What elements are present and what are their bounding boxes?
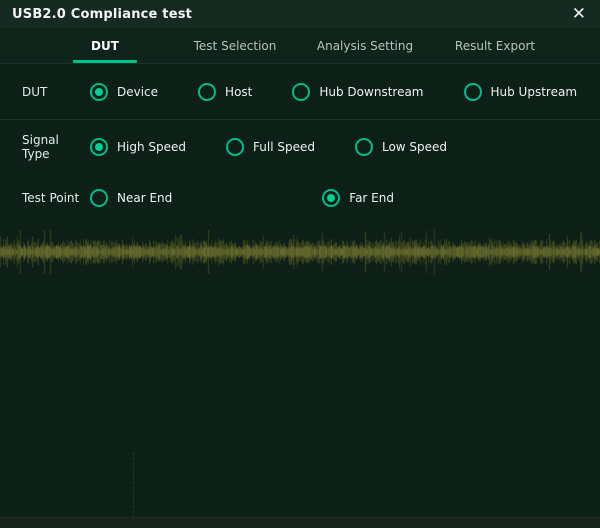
radio-label: High Speed <box>117 140 186 154</box>
radio-hub-upstream[interactable]: Hub Upstream <box>464 83 578 101</box>
radio-icon <box>198 83 216 101</box>
signal-type-label: Signal Type <box>22 133 90 161</box>
signal-type-row: Signal Type High Speed Full Speed Low Sp… <box>0 120 600 174</box>
radio-label: Full Speed <box>253 140 315 154</box>
tab-bar: DUT Test Selection Analysis Setting Resu… <box>0 28 600 64</box>
radio-icon <box>226 138 244 156</box>
test-point-label: Test Point <box>22 191 90 205</box>
radio-icon <box>90 189 108 207</box>
radio-low-speed[interactable]: Low Speed <box>355 138 447 156</box>
radio-near-end[interactable]: Near End <box>90 189 172 207</box>
radio-far-end[interactable]: Far End <box>322 189 394 207</box>
radio-full-speed[interactable]: Full Speed <box>226 138 315 156</box>
dut-options: Device Host Hub Downstream Hub Upstream <box>90 83 577 101</box>
radio-icon <box>355 138 373 156</box>
tab-label: Result Export <box>455 39 535 53</box>
radio-label: Host <box>225 85 252 99</box>
tab-test-selection[interactable]: Test Selection <box>170 28 300 63</box>
radio-icon <box>464 83 482 101</box>
radio-host[interactable]: Host <box>198 83 252 101</box>
radio-icon <box>90 138 108 156</box>
tab-label: Analysis Setting <box>317 39 413 53</box>
signal-type-options: High Speed Full Speed Low Speed <box>90 138 447 156</box>
radio-label: Hub Downstream <box>319 85 423 99</box>
bottom-strip <box>0 517 600 528</box>
tab-result-export[interactable]: Result Export <box>430 28 560 63</box>
radio-label: Near End <box>117 191 172 205</box>
radio-label: Hub Upstream <box>491 85 578 99</box>
close-icon[interactable]: ✕ <box>568 4 590 25</box>
tab-analysis-setting[interactable]: Analysis Setting <box>300 28 430 63</box>
radio-label: Device <box>117 85 158 99</box>
radio-high-speed[interactable]: High Speed <box>90 138 186 156</box>
dut-row: DUT Device Host Hub Downstream Hub Upstr… <box>0 65 600 119</box>
window-title: USB2.0 Compliance test <box>12 7 192 22</box>
title-bar: USB2.0 Compliance test ✕ <box>0 0 600 28</box>
test-point-options: Near End Far End <box>90 189 394 207</box>
tab-label: Test Selection <box>194 39 277 53</box>
radio-device[interactable]: Device <box>90 83 158 101</box>
radio-label: Far End <box>349 191 394 205</box>
usb-compliance-dialog: USB2.0 Compliance test ✕ DUT Test Select… <box>0 0 600 528</box>
tab-label: DUT <box>91 39 119 53</box>
radio-icon <box>90 83 108 101</box>
dut-row-label: DUT <box>22 85 90 99</box>
test-point-row: Test Point Near End Far End <box>0 174 600 222</box>
radio-label: Low Speed <box>382 140 447 154</box>
noise-waveform <box>0 226 600 282</box>
radio-hub-downstream[interactable]: Hub Downstream <box>292 83 423 101</box>
tab-dut[interactable]: DUT <box>40 28 170 63</box>
radio-icon <box>292 83 310 101</box>
radio-icon <box>322 189 340 207</box>
dialog-content: DUT Device Host Hub Downstream Hub Upstr… <box>0 65 600 222</box>
